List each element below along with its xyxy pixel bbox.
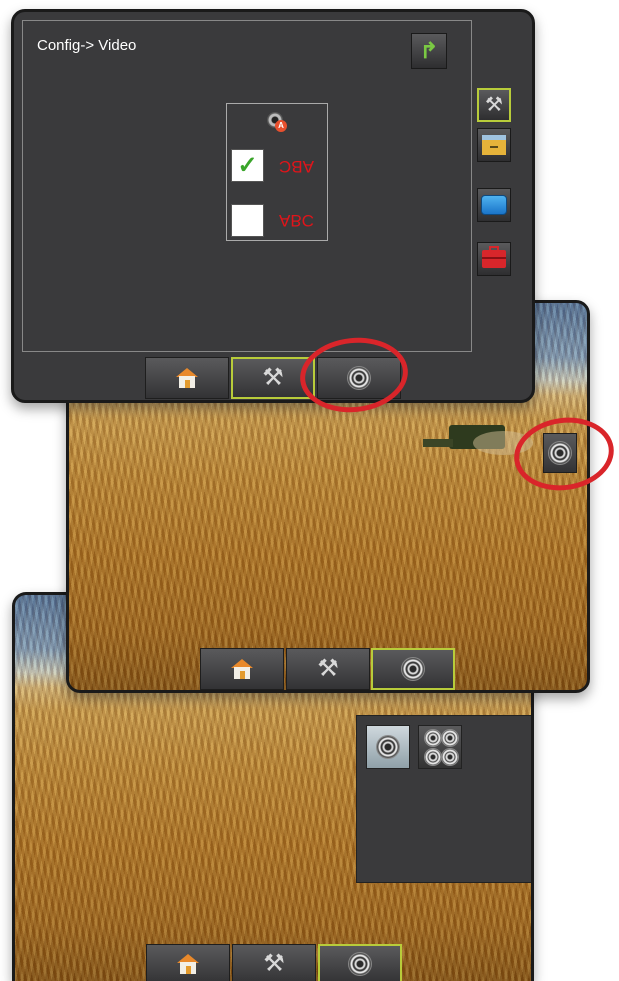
page-title: Config-> Video — [37, 37, 137, 54]
tools-icon: ⚒ — [317, 655, 339, 682]
home-tab[interactable] — [145, 357, 229, 399]
orientation-panel: A ✓ ABC ABC — [226, 103, 328, 241]
tools-icon: ⚒ — [263, 950, 285, 977]
home-icon — [231, 659, 253, 679]
sidebar-archive-button[interactable] — [477, 128, 511, 162]
single-camera-button[interactable] — [366, 725, 410, 769]
mirrored-label: ABC — [279, 157, 314, 176]
tools-icon: ⚒ — [262, 364, 284, 391]
flipped-label: ABC — [279, 211, 314, 230]
sidebar-toolbox-button[interactable] — [477, 242, 511, 276]
camera-icon — [349, 953, 371, 975]
home-tab[interactable] — [200, 648, 284, 690]
check-icon: ✓ — [237, 152, 258, 179]
mirrored-checkbox[interactable]: ✓ — [231, 149, 264, 182]
home-icon — [177, 954, 199, 974]
camera-icon — [402, 658, 424, 680]
camera-a-icon: A — [267, 112, 287, 132]
camera-icon — [441, 748, 458, 765]
archive-icon — [482, 135, 506, 155]
video-tab[interactable] — [318, 944, 402, 981]
video-tab[interactable] — [371, 648, 455, 690]
camera-icon — [424, 748, 441, 765]
sidebar-display-button[interactable] — [477, 188, 511, 222]
camera-icon — [377, 736, 399, 758]
display-icon — [481, 195, 507, 215]
normal-checkbox[interactable] — [231, 204, 264, 237]
camera-icon — [441, 729, 458, 746]
return-arrow-icon: ↱ — [419, 38, 439, 63]
home-icon — [176, 368, 198, 388]
toolbox-icon — [482, 246, 506, 268]
config-video-screen: Config-> Video ↱ A ✓ ABC ABC ⚒ ⚒ — [11, 9, 535, 403]
config-tab[interactable]: ⚒ — [232, 944, 316, 981]
camera-select-panel — [356, 715, 531, 883]
config-tab[interactable]: ⚒ — [286, 648, 370, 690]
quad-camera-button[interactable] — [418, 725, 462, 769]
sidebar-tools-button[interactable]: ⚒ — [477, 88, 511, 122]
back-button[interactable]: ↱ — [411, 33, 447, 69]
home-tab[interactable] — [146, 944, 230, 981]
combine-harvester — [423, 425, 533, 455]
tools-icon: ⚒ — [485, 94, 503, 116]
camera-icon — [424, 729, 441, 746]
